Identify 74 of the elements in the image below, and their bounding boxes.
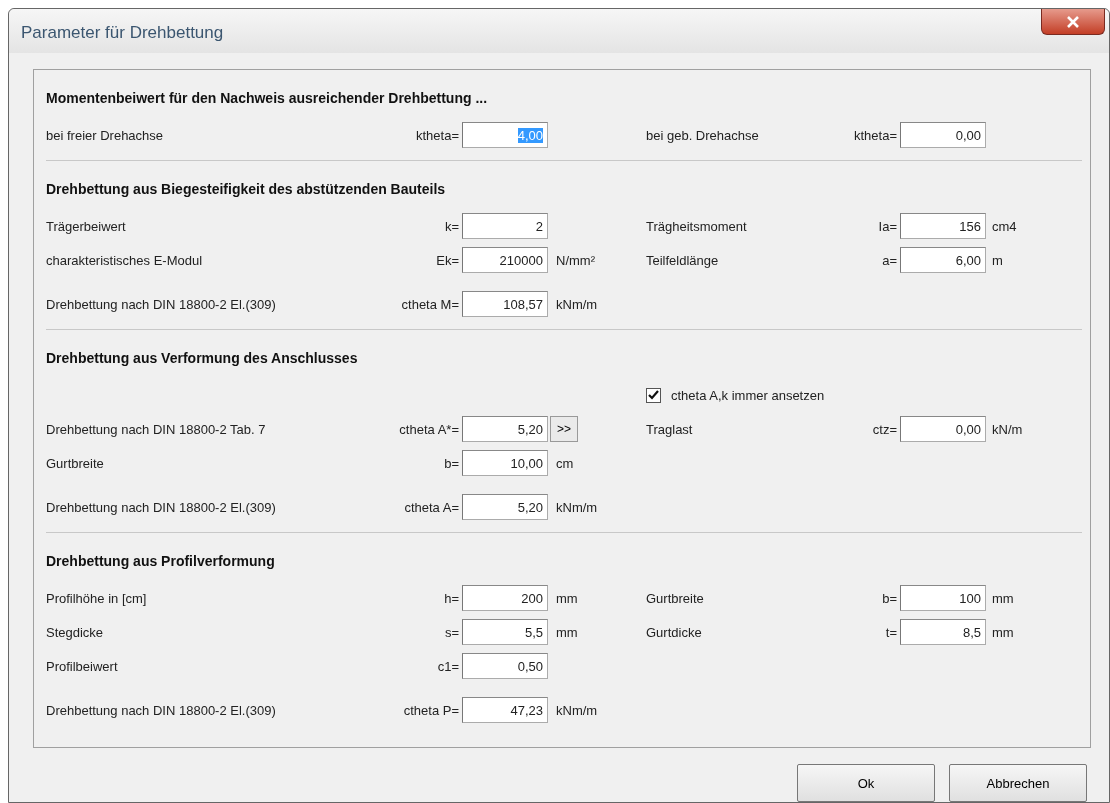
window-title: Parameter für Drehbettung (21, 23, 224, 43)
section-heading: Drehbettung aus Biegesteifigkeit des abstützenden Bauteils (46, 181, 447, 197)
field-label: Gurtdicke (646, 624, 702, 640)
input-field[interactable]: 156 (900, 213, 986, 239)
checkbox-label: ctheta A,k immer ansetzen (671, 387, 825, 403)
dialog-button[interactable]: Ok (797, 764, 935, 802)
field-label: Gurtbreite (46, 455, 104, 471)
unit-label: mm (992, 590, 1014, 606)
unit-label: mm (556, 624, 578, 640)
unit-label: m (992, 252, 1003, 268)
field-label: Trägerbeiwert (46, 218, 126, 234)
symbol-label: s= (444, 624, 460, 640)
close-icon (1066, 15, 1080, 28)
input-field[interactable]: 5,20 (462, 416, 548, 442)
field-label: Stegdicke (46, 624, 104, 640)
field-label: Profilhöhe in [cm] (46, 590, 147, 606)
symbol-label: t= (885, 624, 898, 640)
input-field[interactable]: 5,5 (462, 619, 548, 645)
dialog-button[interactable]: Abbrechen (949, 764, 1087, 802)
input-field[interactable]: 0,50 (462, 653, 548, 679)
section-heading: Momentenbeiwert für den Nachweis ausreichender Drehbettung ... (46, 90, 489, 106)
input-field[interactable]: 8,5 (900, 619, 986, 645)
symbol-label: ctheta A*= (399, 421, 460, 437)
symbol-label: k= (444, 218, 460, 234)
field-label: Teilfeldlänge (646, 252, 719, 268)
input-field[interactable]: 108,57 (462, 291, 548, 317)
unit-label: mm (556, 590, 578, 606)
field-label: Trägheitsmoment (646, 218, 747, 234)
field-label: Profilbeiwert (46, 658, 118, 674)
symbol-label: c1= (437, 658, 460, 674)
symbol-label: b= (444, 455, 460, 471)
symbol-label: Ek= (436, 252, 460, 268)
symbol-label: a= (882, 252, 898, 268)
input-field[interactable]: 0,00 (900, 122, 986, 148)
unit-label: mm (992, 624, 1014, 640)
section-heading: Drehbettung aus Profilverformung (46, 553, 276, 569)
close-button[interactable] (1041, 9, 1105, 35)
symbol-label: Ia= (878, 218, 898, 234)
input-field[interactable]: 200 (462, 585, 548, 611)
input-field[interactable]: 100 (900, 585, 986, 611)
field-label: Drehbettung nach DIN 18800-2 El.(309) (46, 702, 276, 718)
input-field[interactable]: 2 (462, 213, 548, 239)
symbol-label: ctheta P= (403, 702, 460, 718)
input-field[interactable]: 47,23 (462, 697, 548, 723)
unit-label: kN/m (992, 421, 1023, 437)
field-label: Drehbettung nach DIN 18800-2 Tab. 7 (46, 421, 266, 437)
symbol-label: ktheta= (854, 127, 898, 143)
symbol-label: ctheta M= (401, 296, 460, 312)
input-field[interactable]: 10,00 (462, 450, 548, 476)
symbol-label: b= (882, 590, 898, 606)
input-field[interactable]: 6,00 (900, 247, 986, 273)
symbol-label: ctz= (872, 421, 898, 437)
more-button[interactable]: >> (550, 416, 578, 442)
input-field[interactable]: 210000 (462, 247, 548, 273)
symbol-label: ktheta= (416, 127, 460, 143)
symbol-label: h= (444, 590, 460, 606)
field-label: Drehbettung nach DIN 18800-2 El.(309) (46, 499, 276, 515)
checkbox[interactable] (646, 387, 661, 403)
unit-label: kNm/m (556, 702, 598, 718)
unit-label: kNm/m (556, 499, 598, 515)
field-label: Drehbettung nach DIN 18800-2 El.(309) (46, 296, 276, 312)
unit-label: cm (556, 455, 574, 471)
symbol-label: ctheta A= (404, 499, 460, 515)
section-heading: Drehbettung aus Verformung des Anschlusses (46, 350, 359, 366)
field-label: bei freier Drehachse (46, 127, 164, 143)
field-label: charakteristisches E-Modul (46, 252, 203, 268)
input-field[interactable]: 5,20 (462, 494, 548, 520)
field-label: Gurtbreite (646, 590, 704, 606)
unit-label: N/mm² (556, 252, 595, 268)
field-label: bei geb. Drehachse (646, 127, 759, 143)
unit-label: cm4 (992, 218, 1017, 234)
unit-label: kNm/m (556, 296, 598, 312)
input-field[interactable]: 0,00 (900, 416, 986, 442)
field-label: Traglast (646, 421, 693, 437)
